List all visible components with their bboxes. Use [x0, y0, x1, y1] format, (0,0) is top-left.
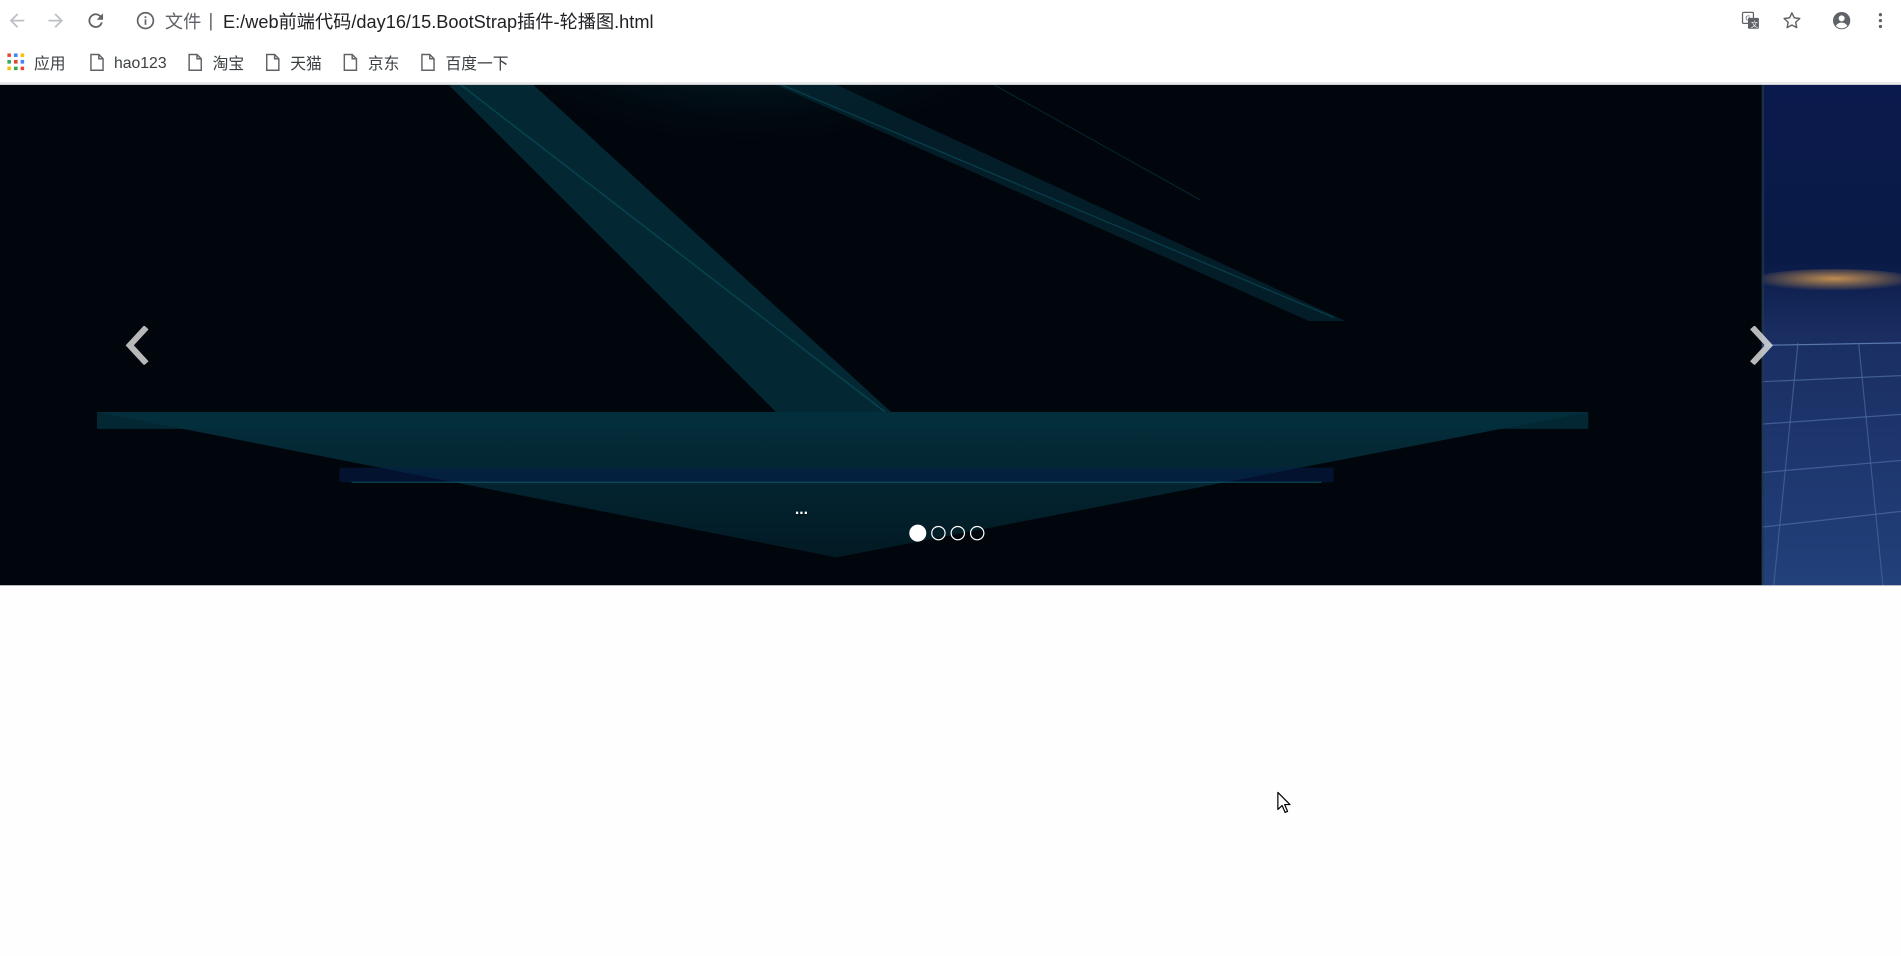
- page-icon: [421, 53, 436, 71]
- arrow-right-icon: [48, 13, 64, 28]
- carousel-prev-control[interactable]: [119, 321, 155, 369]
- menu-icon: [1878, 13, 1883, 29]
- bookmark-label: 京东: [367, 53, 400, 73]
- page-icon: [344, 53, 358, 71]
- carousel-caption: ...: [794, 499, 808, 518]
- reload-button[interactable]: [81, 6, 110, 35]
- arrow-left-icon: [9, 13, 25, 28]
- account-button[interactable]: [1827, 6, 1856, 35]
- bookmark-label: 应用: [33, 53, 66, 73]
- translate-button[interactable]: G 文: [1736, 6, 1765, 35]
- bookmark-jd[interactable]: 京东: [334, 46, 409, 78]
- browser-window: 文件 | E:/web前端代码/day16/15.BootStrap插件-轮播图…: [0, 0, 1901, 956]
- bookmark-star-button[interactable]: [1777, 6, 1806, 35]
- url-text[interactable]: E:/web前端代码/day16/15.BootStrap插件-轮播图.html: [223, 8, 654, 33]
- carousel: ...: [0, 84, 1901, 586]
- back-button[interactable]: [2, 6, 31, 35]
- svg-text:文: 文: [1751, 20, 1759, 29]
- carousel-next-control[interactable]: [1743, 321, 1779, 369]
- chevron-left-icon: [125, 325, 149, 365]
- carousel-next-slide-peek: [1761, 84, 1901, 586]
- page-icon: [266, 53, 281, 71]
- omnibox-separator: |: [208, 10, 214, 31]
- bookmark-label: 天猫: [290, 53, 322, 73]
- info-icon[interactable]: [136, 11, 155, 30]
- menu-button[interactable]: [1866, 6, 1895, 35]
- carousel-indicator-4[interactable]: [969, 525, 985, 541]
- chevron-right-icon: [1750, 325, 1774, 365]
- bookmark-hao123[interactable]: hao123: [80, 46, 176, 78]
- bookmark-label: hao123: [113, 52, 167, 71]
- carousel-indicator-2[interactable]: [931, 525, 946, 541]
- translate-icon: G 文: [1741, 11, 1759, 29]
- bookmark-label: 百度一下: [445, 53, 509, 73]
- star-icon: [1783, 12, 1801, 29]
- page-icon: [90, 53, 104, 71]
- address-bar[interactable]: 文件 | E:/web前端代码/day16/15.BootStrap插件-轮播图…: [131, 4, 1719, 38]
- apps-grid-icon: [7, 53, 25, 71]
- bookmark-baidu[interactable]: 百度一下: [412, 46, 519, 78]
- carousel-indicator-3[interactable]: [950, 525, 966, 541]
- carousel-indicators: [909, 524, 985, 542]
- browser-toolbar: 文件 | E:/web前端代码/day16/15.BootStrap插件-轮播图…: [0, 0, 1901, 42]
- account-icon: [1832, 11, 1851, 30]
- bookmark-taobao[interactable]: 淘宝: [179, 46, 254, 78]
- page-icon: [188, 53, 203, 71]
- reload-icon: [88, 13, 104, 28]
- bookmark-tmall[interactable]: 天猫: [256, 46, 331, 78]
- scheme-label: 文件: [164, 11, 202, 33]
- forward-button[interactable]: [41, 6, 70, 35]
- bookmark-label: 淘宝: [212, 53, 245, 73]
- mouse-cursor-icon: [1277, 791, 1291, 814]
- carousel-indicator-1[interactable]: [909, 524, 927, 542]
- carousel-slide-image: [0, 84, 1762, 586]
- bookmark-apps[interactable]: 应用: [0, 46, 75, 78]
- bookmarks-bar: 应用 hao123 淘宝 天猫 京东 百度一下: [0, 41, 1901, 84]
